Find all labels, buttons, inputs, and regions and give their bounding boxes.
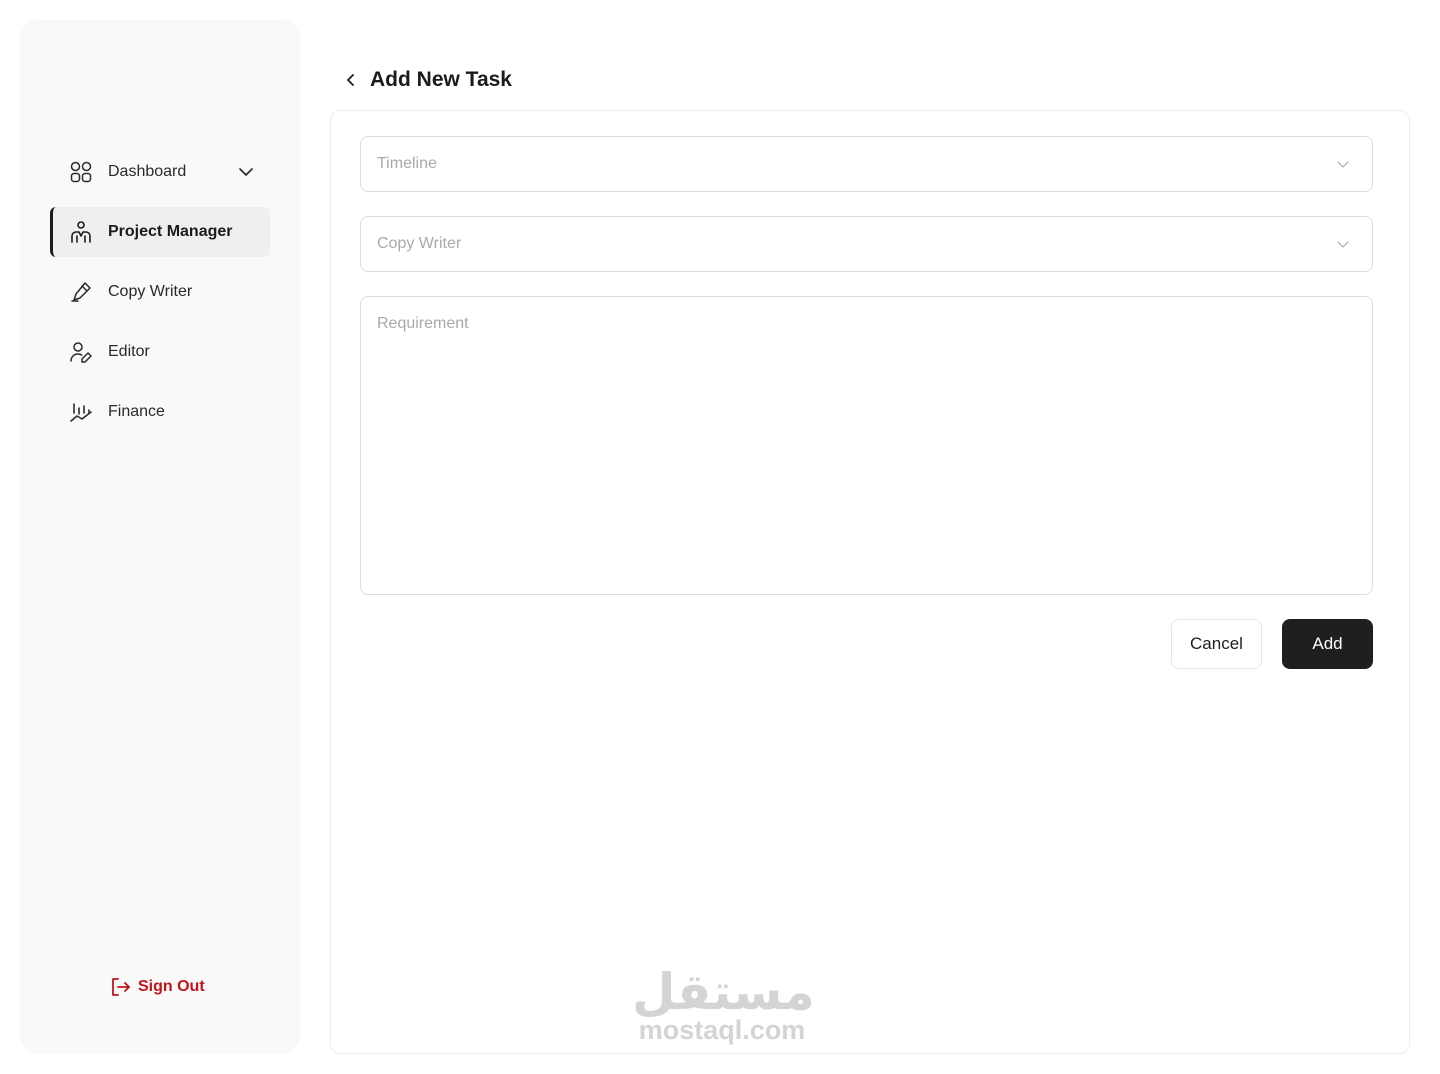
sign-out-label: Sign Out	[138, 978, 205, 995]
sidebar: Dashboard Project Manager Copy Writer Ed…	[20, 20, 300, 1054]
watermark-logo: مستقل mostaql.com	[632, 964, 815, 1045]
grid-icon	[68, 159, 94, 185]
sidebar-item-label: Project Manager	[108, 223, 233, 240]
chart-trend-icon	[68, 399, 94, 425]
sidebar-item-label: Dashboard	[108, 163, 187, 180]
task-form-card: Timeline Copy Writer Requirement Cancel …	[330, 110, 1410, 1054]
sidebar-item-label: Editor	[108, 343, 150, 360]
sidebar-item-editor[interactable]: Editor	[50, 327, 270, 377]
sidebar-item-label: Copy Writer	[108, 283, 193, 300]
add-button[interactable]: Add	[1282, 619, 1373, 669]
chevron-left-icon[interactable]	[340, 69, 362, 91]
page-title: Add New Task	[370, 68, 512, 91]
presenter-icon	[68, 219, 94, 245]
sidebar-item-finance[interactable]: Finance	[50, 387, 270, 437]
pen-icon	[68, 279, 94, 305]
sidebar-item-copy-writer[interactable]: Copy Writer	[50, 267, 270, 317]
cancel-button[interactable]: Cancel	[1171, 619, 1262, 669]
sidebar-nav: Dashboard Project Manager Copy Writer Ed…	[50, 147, 270, 447]
sign-out-button[interactable]: Sign Out	[108, 972, 205, 1002]
sidebar-item-project-manager[interactable]: Project Manager	[50, 207, 270, 257]
watermark-arabic: مستقل	[632, 964, 815, 1020]
chevron-down-icon	[1334, 155, 1352, 173]
watermark-latin: mostaql.com	[638, 1015, 806, 1045]
user-edit-icon	[68, 339, 94, 365]
page-header: Add New Task	[340, 62, 512, 98]
requirement-textarea[interactable]: Requirement	[360, 296, 1373, 595]
copy-writer-placeholder: Copy Writer	[377, 235, 462, 252]
logout-icon	[108, 975, 132, 999]
chevron-down-icon[interactable]	[236, 162, 256, 182]
timeline-select[interactable]: Timeline	[360, 136, 1373, 192]
requirement-placeholder: Requirement	[377, 315, 469, 332]
copy-writer-select[interactable]: Copy Writer	[360, 216, 1373, 272]
sidebar-item-dashboard[interactable]: Dashboard	[50, 147, 270, 197]
timeline-placeholder: Timeline	[377, 155, 437, 172]
sidebar-item-label: Finance	[108, 403, 165, 420]
chevron-down-icon	[1334, 235, 1352, 253]
